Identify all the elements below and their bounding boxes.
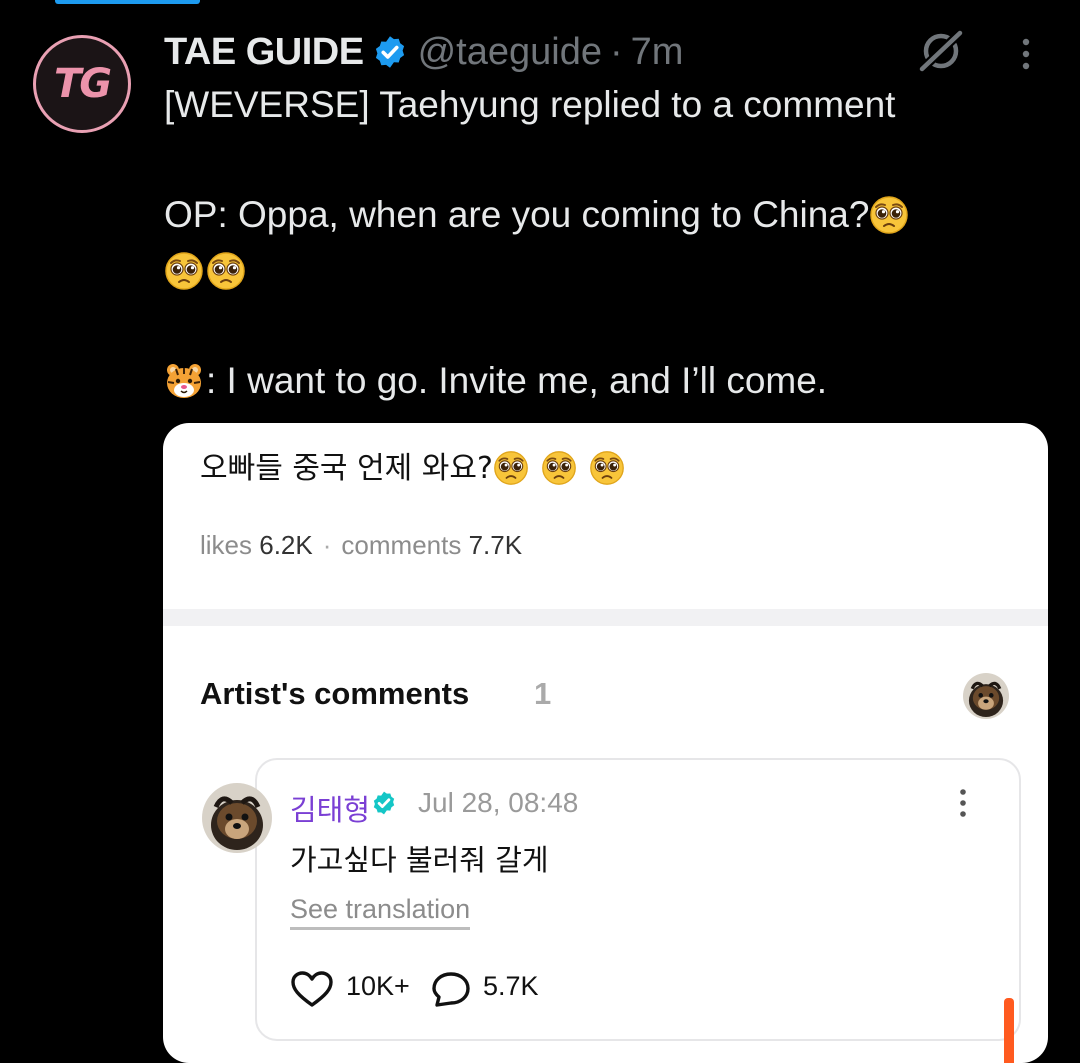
- tweet-op-line: OP: Oppa, when are you coming to China?: [164, 189, 911, 241]
- artist-comments-count: 1: [534, 676, 552, 711]
- pleading-face-emoji: [869, 195, 909, 235]
- comment-author-avatar[interactable]: [202, 783, 272, 853]
- comments-label: comments: [341, 530, 462, 560]
- header-separator: ·: [609, 30, 623, 73]
- tiger-face-emoji: [164, 361, 204, 401]
- more-vertical-icon[interactable]: [1012, 36, 1040, 74]
- likes-value: 6.2K: [259, 530, 313, 560]
- reply-text: : I want to go. Invite me, and I’ll come…: [206, 360, 828, 401]
- more-vertical-icon[interactable]: [952, 787, 974, 819]
- op-text: OP: Oppa, when are you coming to China?: [164, 194, 870, 235]
- artist-comments-title: Artist's comments: [200, 676, 470, 711]
- tweet-emoji-line: [164, 245, 248, 297]
- tweet-reply-line: : I want to go. Invite me, and I’ll come…: [164, 355, 827, 407]
- see-translation-link[interactable]: See translation: [290, 894, 471, 930]
- pleading-face-emoji: [589, 450, 625, 486]
- pleading-face-emoji: [206, 251, 246, 291]
- comment-like-count: 10K+: [346, 971, 410, 1001]
- comment-reply-count: 5.7K: [483, 971, 539, 1001]
- avatar-monogram: TG: [53, 61, 112, 107]
- grok-icon[interactable]: [916, 27, 966, 73]
- tweet-timestamp[interactable]: 7m: [631, 31, 684, 74]
- stats-separator: ·: [322, 530, 332, 560]
- comment-date: Jul 28, 08:48: [418, 787, 579, 818]
- weverse-screenshot-card[interactable]: 오빠들 중국 언제 와요? likes 6.2K · comments 7.7K A…: [163, 423, 1048, 1063]
- pleading-face-emoji: [164, 251, 204, 291]
- verified-badge-icon[interactable]: [372, 34, 408, 70]
- heart-icon[interactable]: [290, 970, 334, 1008]
- section-divider: [163, 609, 1048, 626]
- artist-avatar[interactable]: [963, 673, 1009, 719]
- comment-bubble-icon[interactable]: [431, 970, 471, 1008]
- top-tab-indicator: [55, 0, 200, 4]
- comments-value: 7.7K: [468, 530, 523, 560]
- verified-badge-icon: [373, 791, 395, 815]
- tweet-header: TAE GUIDE @taeguide · 7m: [164, 28, 683, 76]
- likes-label: likes: [200, 530, 253, 560]
- pleading-face-emoji: [541, 450, 577, 486]
- weverse-post-text: 오빠들 중국 언제 와요?: [200, 443, 627, 487]
- pleading-face-emoji: [493, 450, 529, 486]
- comment-text: 가고싶다 불러줘 갈게: [290, 843, 549, 877]
- author-handle[interactable]: @taeguide: [418, 31, 602, 74]
- comment-author-name[interactable]: 김태형: [290, 787, 370, 829]
- author-avatar[interactable]: TG: [33, 35, 131, 133]
- post-stats: likes 6.2K · comments 7.7K: [200, 530, 522, 561]
- author-name[interactable]: TAE GUIDE: [164, 31, 364, 74]
- post-text: 오빠들 중국 언제 와요?: [200, 451, 493, 486]
- scroll-indicator: [1004, 998, 1014, 1063]
- tweet-text-line-1: [WEVERSE] Taehyung replied to a comment: [164, 84, 896, 125]
